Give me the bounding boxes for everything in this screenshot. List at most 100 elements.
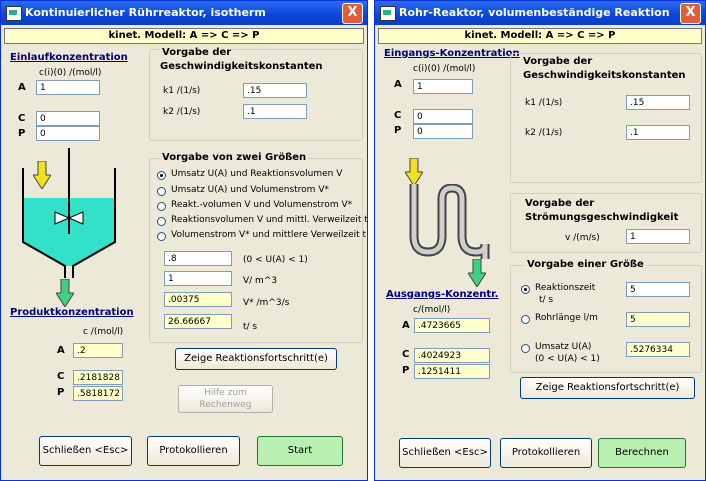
tube-length-label[interactable]: Rohrlänge l/m	[535, 313, 598, 323]
reaction-time-unit: t/ s	[539, 295, 554, 305]
model-banner: kinet. Modell: A => C => P	[4, 28, 364, 44]
option-radio-4[interactable]	[157, 232, 166, 241]
tube-length-radio[interactable]	[521, 315, 530, 324]
two-quantities-title: Vorgabe von zwei Größen	[160, 152, 309, 163]
log-label: Protokollieren	[511, 447, 581, 458]
inlet-unit-label: c(i)(0) /(mol/l)	[413, 64, 476, 74]
inlet-heading: Einlaufkonzentration	[10, 52, 128, 63]
outlet-p-output: .1251411	[414, 364, 490, 379]
option-label-1[interactable]: Umsatz U(A) und Volumenstrom V*	[171, 185, 329, 195]
inlet-p-input[interactable]: 0	[413, 124, 473, 139]
inflow-arrow-icon	[32, 160, 52, 192]
flow-velocity-label: v /(m/s)	[565, 233, 600, 243]
flowrate-label: V* /m^3/s	[243, 298, 290, 308]
option-radio-2[interactable]	[157, 202, 166, 211]
show-reaction-progress-button[interactable]: Zeige Reaktionsfortschritt(e)	[175, 348, 337, 370]
close-button[interactable]: X	[342, 3, 363, 24]
product-unit-label: c /(mol/l)	[83, 327, 124, 337]
rate-constants-title-2: Geschwindigkeitskonstanten	[160, 61, 323, 72]
product-c-output: .2181828	[73, 370, 123, 385]
model-banner: kinet. Modell: A => C => P	[378, 28, 702, 44]
tube-reactor-illustration	[409, 184, 490, 259]
inlet-p-input[interactable]: 0	[36, 126, 100, 141]
outlet-label-a: A	[402, 320, 410, 331]
product-label-c: C	[57, 371, 65, 382]
flowrate-output: .00375	[164, 292, 232, 307]
reaction-time-label[interactable]: Reaktionszeit	[535, 283, 595, 293]
window-title: Kontinuierlicher Rührreaktor, isotherm	[25, 6, 266, 19]
option-radio-0[interactable]	[157, 171, 166, 180]
start-button[interactable]: Start	[257, 436, 343, 466]
title-bar[interactable]: Kontinuierlicher Rührreaktor, isotherm X	[1, 1, 367, 25]
volume-label: V/ m^3	[243, 276, 278, 286]
outlet-c-output: .4024923	[414, 348, 490, 363]
volume-input[interactable]: 1	[164, 271, 232, 286]
k2-label: k2 /(1/s)	[525, 128, 563, 138]
rate-constants-title-1: Vorgabe der	[523, 56, 593, 67]
inlet-label-c: C	[394, 110, 402, 121]
flow-velocity-title-1: Vorgabe der	[525, 198, 595, 209]
option-label-0[interactable]: Umsatz U(A) und Reaktionsvolumen V	[171, 169, 342, 179]
conversion-label[interactable]: Umsatz U(A)	[535, 342, 591, 352]
inlet-label-p: P	[394, 125, 402, 136]
product-label-a: A	[57, 345, 65, 356]
k2-label: k2 /(1/s)	[163, 107, 201, 117]
calculate-button[interactable]: Berechnen	[598, 438, 686, 468]
option-radio-1[interactable]	[157, 187, 166, 196]
log-button[interactable]: Protokollieren	[147, 436, 240, 466]
close-esc-label: Schließen <Esc>	[402, 447, 488, 458]
show-reaction-progress-button[interactable]: Zeige Reaktionsfortschritt(e)	[520, 377, 695, 399]
one-quantity-title: Vorgabe einer Größe	[525, 259, 646, 270]
show-reaction-progress-label: Zeige Reaktionsfortschritt(e)	[184, 353, 328, 364]
option-label-3[interactable]: Reaktionsvolumen V und mittl. Verweilzei…	[171, 215, 368, 225]
k1-label: k1 /(1/s)	[163, 86, 201, 96]
calculation-help-button[interactable]: Hilfe zum Rechenweg	[178, 385, 273, 413]
inlet-c-input[interactable]: 0	[413, 109, 473, 124]
reaction-time-radio[interactable]	[521, 285, 530, 294]
inlet-unit-label: c(i)(0) /(mol/l)	[39, 68, 102, 78]
product-label-p: P	[57, 387, 65, 398]
option-radio-3[interactable]	[157, 217, 166, 226]
flow-velocity-title-2: Strömungsgeschwindigkeit	[525, 212, 679, 223]
reaction-time-input[interactable]: 5	[626, 282, 690, 297]
flow-velocity-input[interactable]: 1	[626, 229, 690, 244]
app-icon	[380, 6, 396, 21]
calculation-help-label-2: Rechenweg	[199, 400, 252, 410]
app-icon	[6, 6, 22, 21]
start-label: Start	[287, 445, 313, 456]
tube-length-output: 5	[626, 312, 690, 327]
show-reaction-progress-label: Zeige Reaktionsfortschritt(e)	[535, 382, 680, 393]
inlet-c-input[interactable]: 0	[36, 111, 100, 126]
conversion-label: (0 < U(A) < 1)	[243, 255, 308, 265]
conversion-input[interactable]: .8	[164, 251, 232, 266]
conversion-range: (0 < U(A) < 1)	[535, 354, 600, 364]
log-button[interactable]: Protokollieren	[500, 438, 592, 468]
inlet-label-a: A	[18, 82, 26, 93]
k1-input[interactable]: .15	[243, 83, 307, 98]
outlet-label-p: P	[402, 365, 410, 376]
outlet-unit-label: c/(mol/l)	[413, 305, 451, 315]
k2-input[interactable]: .1	[626, 125, 690, 140]
close-esc-button[interactable]: Schließen <Esc>	[39, 436, 132, 466]
option-label-4[interactable]: Volumenstrom V* und mittlere Verweilzeit…	[171, 230, 366, 240]
conversion-radio[interactable]	[521, 344, 530, 353]
k2-input[interactable]: .1	[243, 104, 307, 119]
outlet-label-c: C	[402, 349, 410, 360]
rate-constants-title-2: Geschwindigkeitskonstanten	[523, 70, 686, 81]
k1-label: k1 /(1/s)	[525, 98, 563, 108]
outlet-a-output: .4723665	[414, 318, 490, 333]
outflow-arrow-icon	[55, 278, 75, 310]
product-a-output: .2	[73, 343, 123, 358]
inlet-label-a: A	[394, 79, 402, 90]
inlet-label-p: P	[18, 128, 26, 139]
k1-input[interactable]: .15	[626, 95, 690, 110]
title-bar[interactable]: Rohr-Reaktor, volumenbeständige Reaktion…	[375, 1, 705, 25]
option-label-2[interactable]: Reakt.-volumen V und Volumenstrom V*	[171, 200, 352, 210]
window-ruehrreaktor: Kontinuierlicher Rührreaktor, isotherm X…	[0, 0, 368, 481]
close-esc-button[interactable]: Schließen <Esc>	[399, 438, 491, 468]
inlet-heading: Eingangs-Konzentration	[384, 48, 520, 59]
close-button[interactable]: X	[680, 3, 701, 24]
inlet-a-input[interactable]: 1	[413, 79, 473, 94]
calculate-label: Berechnen	[615, 447, 669, 458]
inlet-a-input[interactable]: 1	[36, 80, 100, 95]
